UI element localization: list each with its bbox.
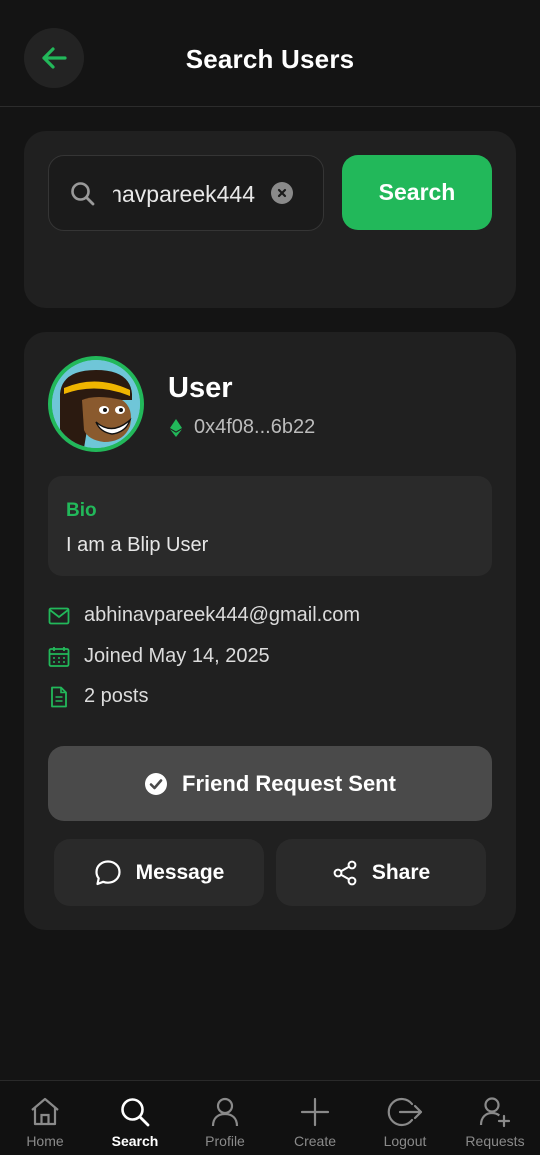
- close-icon: [277, 188, 287, 198]
- app-header: Search Users: [0, 0, 540, 107]
- nav-logout[interactable]: Logout: [360, 1081, 450, 1155]
- joined-row: Joined May 14, 2025: [48, 645, 270, 668]
- posts-row: 2 posts: [48, 685, 148, 708]
- posts-count: 2 posts: [84, 685, 149, 707]
- bottom-nav: Home Search Profile Create Logout Reques…: [0, 1080, 540, 1155]
- joined-text: Joined May 14, 2025: [84, 645, 270, 667]
- plus-icon: [300, 1097, 330, 1127]
- user-name: User: [168, 372, 233, 404]
- search-field: [48, 155, 324, 231]
- email-text: abhinavpareek444@gmail.com: [84, 604, 361, 626]
- page-title: Search Users: [185, 44, 355, 74]
- search-input[interactable]: [113, 176, 255, 212]
- nav-search-label: Search: [111, 1133, 159, 1149]
- nav-create-label: Create: [293, 1133, 337, 1149]
- email-row: abhinavpareek444@gmail.com: [48, 604, 360, 627]
- share-label: Share: [371, 860, 431, 884]
- bio-section: Bio I am a Blip User: [48, 476, 492, 576]
- message-button[interactable]: Message: [54, 839, 264, 906]
- nav-profile-label: Profile: [205, 1133, 245, 1149]
- chat-bubble-icon: [95, 859, 121, 885]
- ethereum-icon: [170, 418, 182, 437]
- share-icon: [333, 860, 357, 885]
- nav-requests[interactable]: Requests: [450, 1081, 540, 1155]
- user-add-icon: [479, 1097, 511, 1128]
- nav-home[interactable]: Home: [0, 1081, 90, 1155]
- bio-label: Bio: [66, 500, 97, 521]
- search-icon: [121, 1098, 150, 1127]
- calendar-icon: [48, 646, 70, 667]
- search-button[interactable]: Search: [342, 155, 492, 230]
- wallet-address-text: 0x4f08...6b22: [194, 416, 316, 438]
- check-circle-icon: [145, 772, 168, 795]
- friend-request-label: Friend Request Sent: [182, 770, 396, 796]
- nav-logout-label: Logout: [383, 1133, 427, 1149]
- search-card: Search: [24, 131, 516, 308]
- document-icon: [51, 686, 67, 707]
- user-result-card: User 0x4f08...6b22 Bio I am a Blip User …: [24, 332, 516, 930]
- nav-search[interactable]: Search: [90, 1081, 180, 1155]
- nav-home-label: Home: [26, 1133, 64, 1149]
- logout-icon: [387, 1097, 423, 1127]
- home-icon: [31, 1097, 59, 1126]
- wallet-address[interactable]: 0x4f08...6b22: [170, 416, 315, 439]
- search-icon: [71, 182, 95, 206]
- avatar-image: [52, 360, 140, 448]
- bio-text: I am a Blip User: [66, 534, 209, 556]
- clear-search-button[interactable]: [271, 182, 293, 204]
- friend-request-sent-button[interactable]: Friend Request Sent: [48, 746, 492, 821]
- nav-requests-label: Requests: [465, 1133, 525, 1149]
- avatar[interactable]: [48, 356, 144, 452]
- nav-profile[interactable]: Profile: [180, 1081, 270, 1155]
- mail-icon: [48, 607, 70, 624]
- message-label: Message: [135, 860, 225, 884]
- share-button[interactable]: Share: [276, 839, 486, 906]
- nav-create[interactable]: Create: [270, 1081, 360, 1155]
- user-icon: [211, 1097, 239, 1127]
